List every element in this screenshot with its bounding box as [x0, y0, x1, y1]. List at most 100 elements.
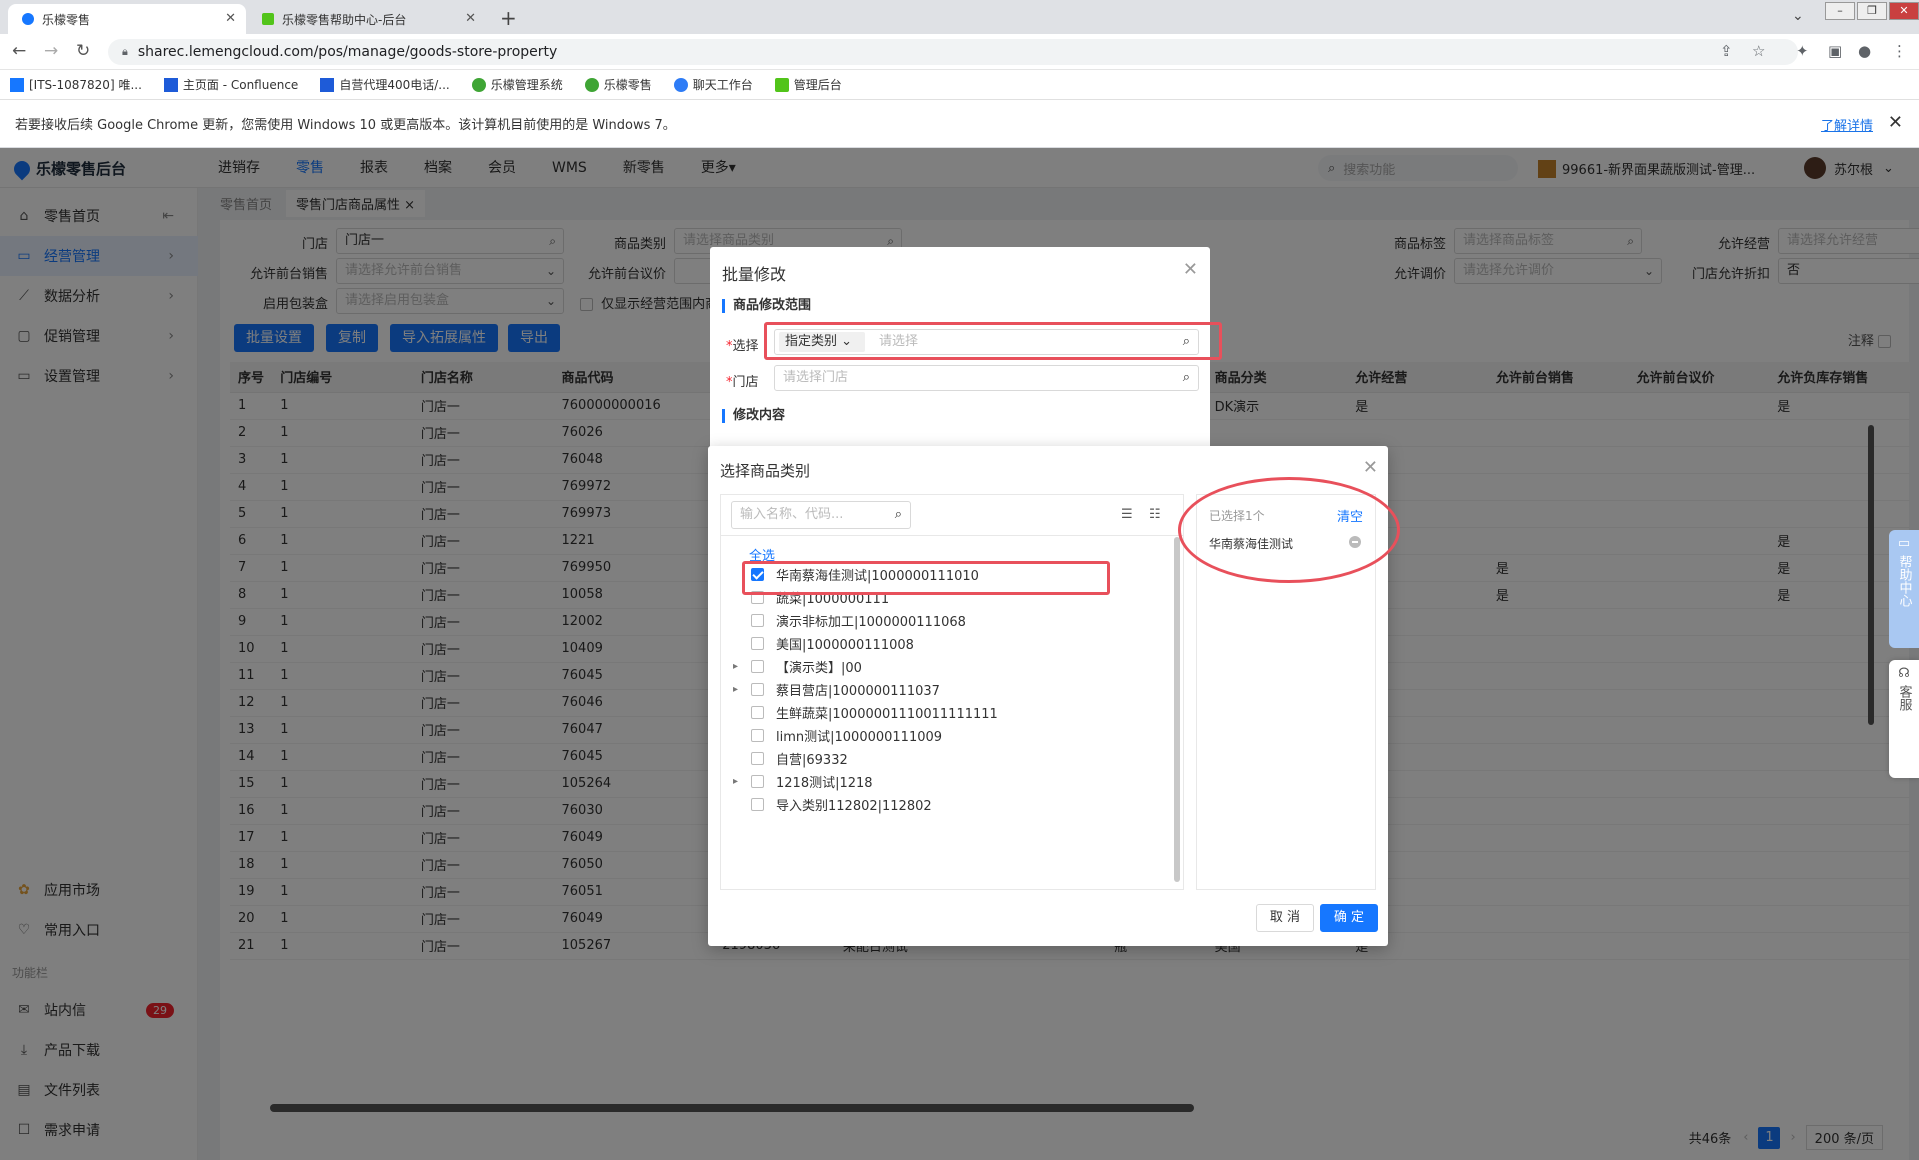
url-input[interactable]: 🔒︎ sharec.lemengcloud.com/pos/manage/goo… [108, 39, 1798, 65]
tree-node-checkbox[interactable] [751, 682, 764, 696]
window-controls: – ❐ ✕ [1823, 2, 1919, 20]
tree-node-label: limn测试|1000000111009 [776, 729, 943, 745]
bookmark-item[interactable]: 管理后台 [774, 76, 842, 93]
forward-icon[interactable]: → [44, 41, 58, 61]
tree-node-checkbox[interactable] [751, 751, 764, 765]
bookmark-item[interactable]: [ITS-1087820] 唯... [10, 76, 142, 93]
lemeng-favicon-icon [22, 13, 34, 25]
learn-more-link[interactable]: 了解详情 [1821, 115, 1873, 134]
browser-tab-lemeng[interactable]: 乐檬零售 ✕ [8, 4, 246, 34]
close-icon[interactable]: ✕ [1363, 457, 1378, 478]
lemeng-icon [584, 77, 599, 92]
tree-node-label: 导入类别112802|112802 [776, 798, 932, 814]
caret-right-icon[interactable]: ▸ [733, 684, 745, 695]
admin-icon [774, 77, 789, 92]
update-infobar: 若要接收后续 Google Chrome 更新，您需使用 Windows 10 … [0, 100, 1919, 148]
category-tree-panel: 输入名称、代码... ⌕ ☰ ☷ 全选 华南蔡海佳测试|100000011101… [720, 494, 1184, 890]
tree-node[interactable]: ▸ 蔡目营店|1000000111037 [733, 678, 940, 700]
tree-node-label: 美国|1000000111008 [776, 637, 914, 653]
chat-icon: ▭ [1897, 536, 1911, 551]
tree-node-checkbox[interactable] [751, 613, 764, 627]
tree-node-checkbox[interactable] [751, 705, 764, 719]
browser-tab-help[interactable]: 乐檬零售帮助中心-后台 ✕ [248, 4, 486, 34]
tree-node-label: 自营|69332 [776, 752, 848, 768]
tree-node-label: 【演示类】|00 [776, 660, 862, 676]
close-icon[interactable]: ✕ [225, 11, 236, 26]
chevron-down-icon[interactable]: ⌄ [1792, 8, 1804, 24]
tree-node[interactable]: 生鲜蔬菜|10000001110011111111 [733, 701, 998, 723]
headset-icon: ☊ [1898, 666, 1910, 681]
close-icon[interactable]: ✕ [1183, 259, 1198, 280]
infobar-message: 若要接收后续 Google Chrome 更新，您需使用 Windows 10 … [15, 118, 676, 133]
expand-all-icon[interactable]: ☰ [1121, 507, 1133, 522]
tree-node-label: 生鲜蔬菜|10000001110011111111 [776, 706, 998, 722]
tree-scrollbar[interactable] [1174, 537, 1180, 882]
cancel-button[interactable]: 取 消 [1256, 904, 1314, 932]
dialog-title: 批量修改 [722, 265, 787, 284]
customer-service-button[interactable]: ☊ 客服 [1889, 660, 1919, 778]
bookmark-item[interactable]: 主页面 - Confluence [163, 76, 298, 93]
caret-right-icon[interactable]: ▸ [733, 661, 745, 672]
confluence-icon [163, 77, 178, 92]
admin-favicon-icon [262, 13, 274, 25]
close-window-icon[interactable]: ✕ [1889, 2, 1919, 20]
tree-node[interactable]: limn测试|1000000111009 [733, 724, 942, 746]
browser-tab-title: 乐檬零售 [42, 12, 91, 27]
browser-tab-title: 乐檬零售帮助中心-后台 [282, 12, 407, 27]
collapse-all-icon[interactable]: ☷ [1149, 507, 1161, 522]
bookmark-item[interactable]: 乐檬零售 [584, 76, 652, 93]
bookmark-item[interactable]: 自营代理400电话/... [320, 76, 450, 93]
tree-node[interactable]: 演示非标加工|1000000111068 [733, 609, 966, 631]
close-icon[interactable]: ✕ [1888, 112, 1903, 133]
share-icon[interactable]: ⇪ [1720, 42, 1733, 60]
tree-node[interactable]: ▸ 【演示类】|00 [733, 655, 862, 677]
bookmarks-bar: [ITS-1087820] 唯... 主页面 - Confluence 自营代理… [0, 70, 1919, 100]
highlight-box [742, 561, 1110, 595]
divider [721, 535, 1183, 536]
close-icon[interactable]: ✕ [465, 11, 476, 26]
tree-node-checkbox[interactable] [751, 659, 764, 673]
minimize-icon[interactable]: – [1825, 2, 1855, 20]
content-section-title: 修改内容 [722, 409, 785, 423]
highlight-ellipse [1178, 477, 1400, 583]
help-center-button[interactable]: ▭ 帮助中心 [1889, 530, 1919, 648]
confirm-button[interactable]: 确 定 [1320, 904, 1378, 932]
category-search-input[interactable]: 输入名称、代码... ⌕ [731, 501, 911, 529]
lock-icon: 🔒︎ [122, 45, 128, 58]
tree-node[interactable]: 导入类别112802|112802 [733, 793, 932, 815]
profile-icon[interactable]: ● [1858, 42, 1871, 60]
store-label: *门店 [726, 375, 759, 390]
bookmark-item[interactable]: 聊天工作台 [673, 76, 753, 93]
browser-tabbar: 乐檬零售 ✕ 乐檬零售帮助中心-后台 ✕ + ⌄ – ❐ ✕ [0, 0, 1919, 34]
store-scope-input[interactable]: 请选择门店 ⌕ [774, 365, 1199, 391]
dialog-title: 选择商品类别 [720, 462, 811, 480]
reload-icon[interactable]: ↻ [76, 41, 90, 61]
new-tab-icon[interactable]: + [500, 6, 517, 30]
tree-node[interactable]: 自营|69332 [733, 747, 848, 769]
search-icon: ⌕ [1182, 370, 1190, 385]
tree-node-checkbox[interactable] [751, 636, 764, 650]
tree-node-checkbox[interactable] [751, 774, 764, 788]
jira-icon [10, 77, 24, 92]
tree-node-checkbox[interactable] [751, 728, 764, 742]
tree-node-label: 演示非标加工|1000000111068 [776, 614, 966, 630]
select-label: *选择 [726, 339, 759, 354]
chat-icon [673, 77, 688, 92]
tree-node-checkbox[interactable] [751, 797, 764, 811]
tree-node[interactable]: 美国|1000000111008 [733, 632, 914, 654]
confluence-icon [320, 77, 335, 92]
bookmark-star-icon[interactable]: ☆ [1752, 42, 1765, 60]
menu-kebab-icon[interactable]: ⋮ [1892, 42, 1907, 60]
url-text: sharec.lemengcloud.com/pos/manage/goods-… [137, 44, 558, 60]
search-icon: ⌕ [894, 507, 902, 522]
tree-node[interactable]: ▸ 1218测试|1218 [733, 770, 873, 792]
restore-icon[interactable]: ❐ [1857, 2, 1887, 20]
bookmark-item[interactable]: 乐檬管理系统 [471, 76, 563, 93]
back-icon[interactable]: ← [12, 41, 26, 61]
extensions-icon[interactable]: ✦ [1796, 42, 1809, 60]
lemeng-icon [471, 77, 486, 92]
highlight-box [764, 322, 1222, 360]
tree-node-label: 蔡目营店|1000000111037 [776, 683, 940, 699]
sidepanel-icon[interactable]: ▣ [1828, 42, 1842, 60]
caret-right-icon[interactable]: ▸ [733, 776, 745, 787]
